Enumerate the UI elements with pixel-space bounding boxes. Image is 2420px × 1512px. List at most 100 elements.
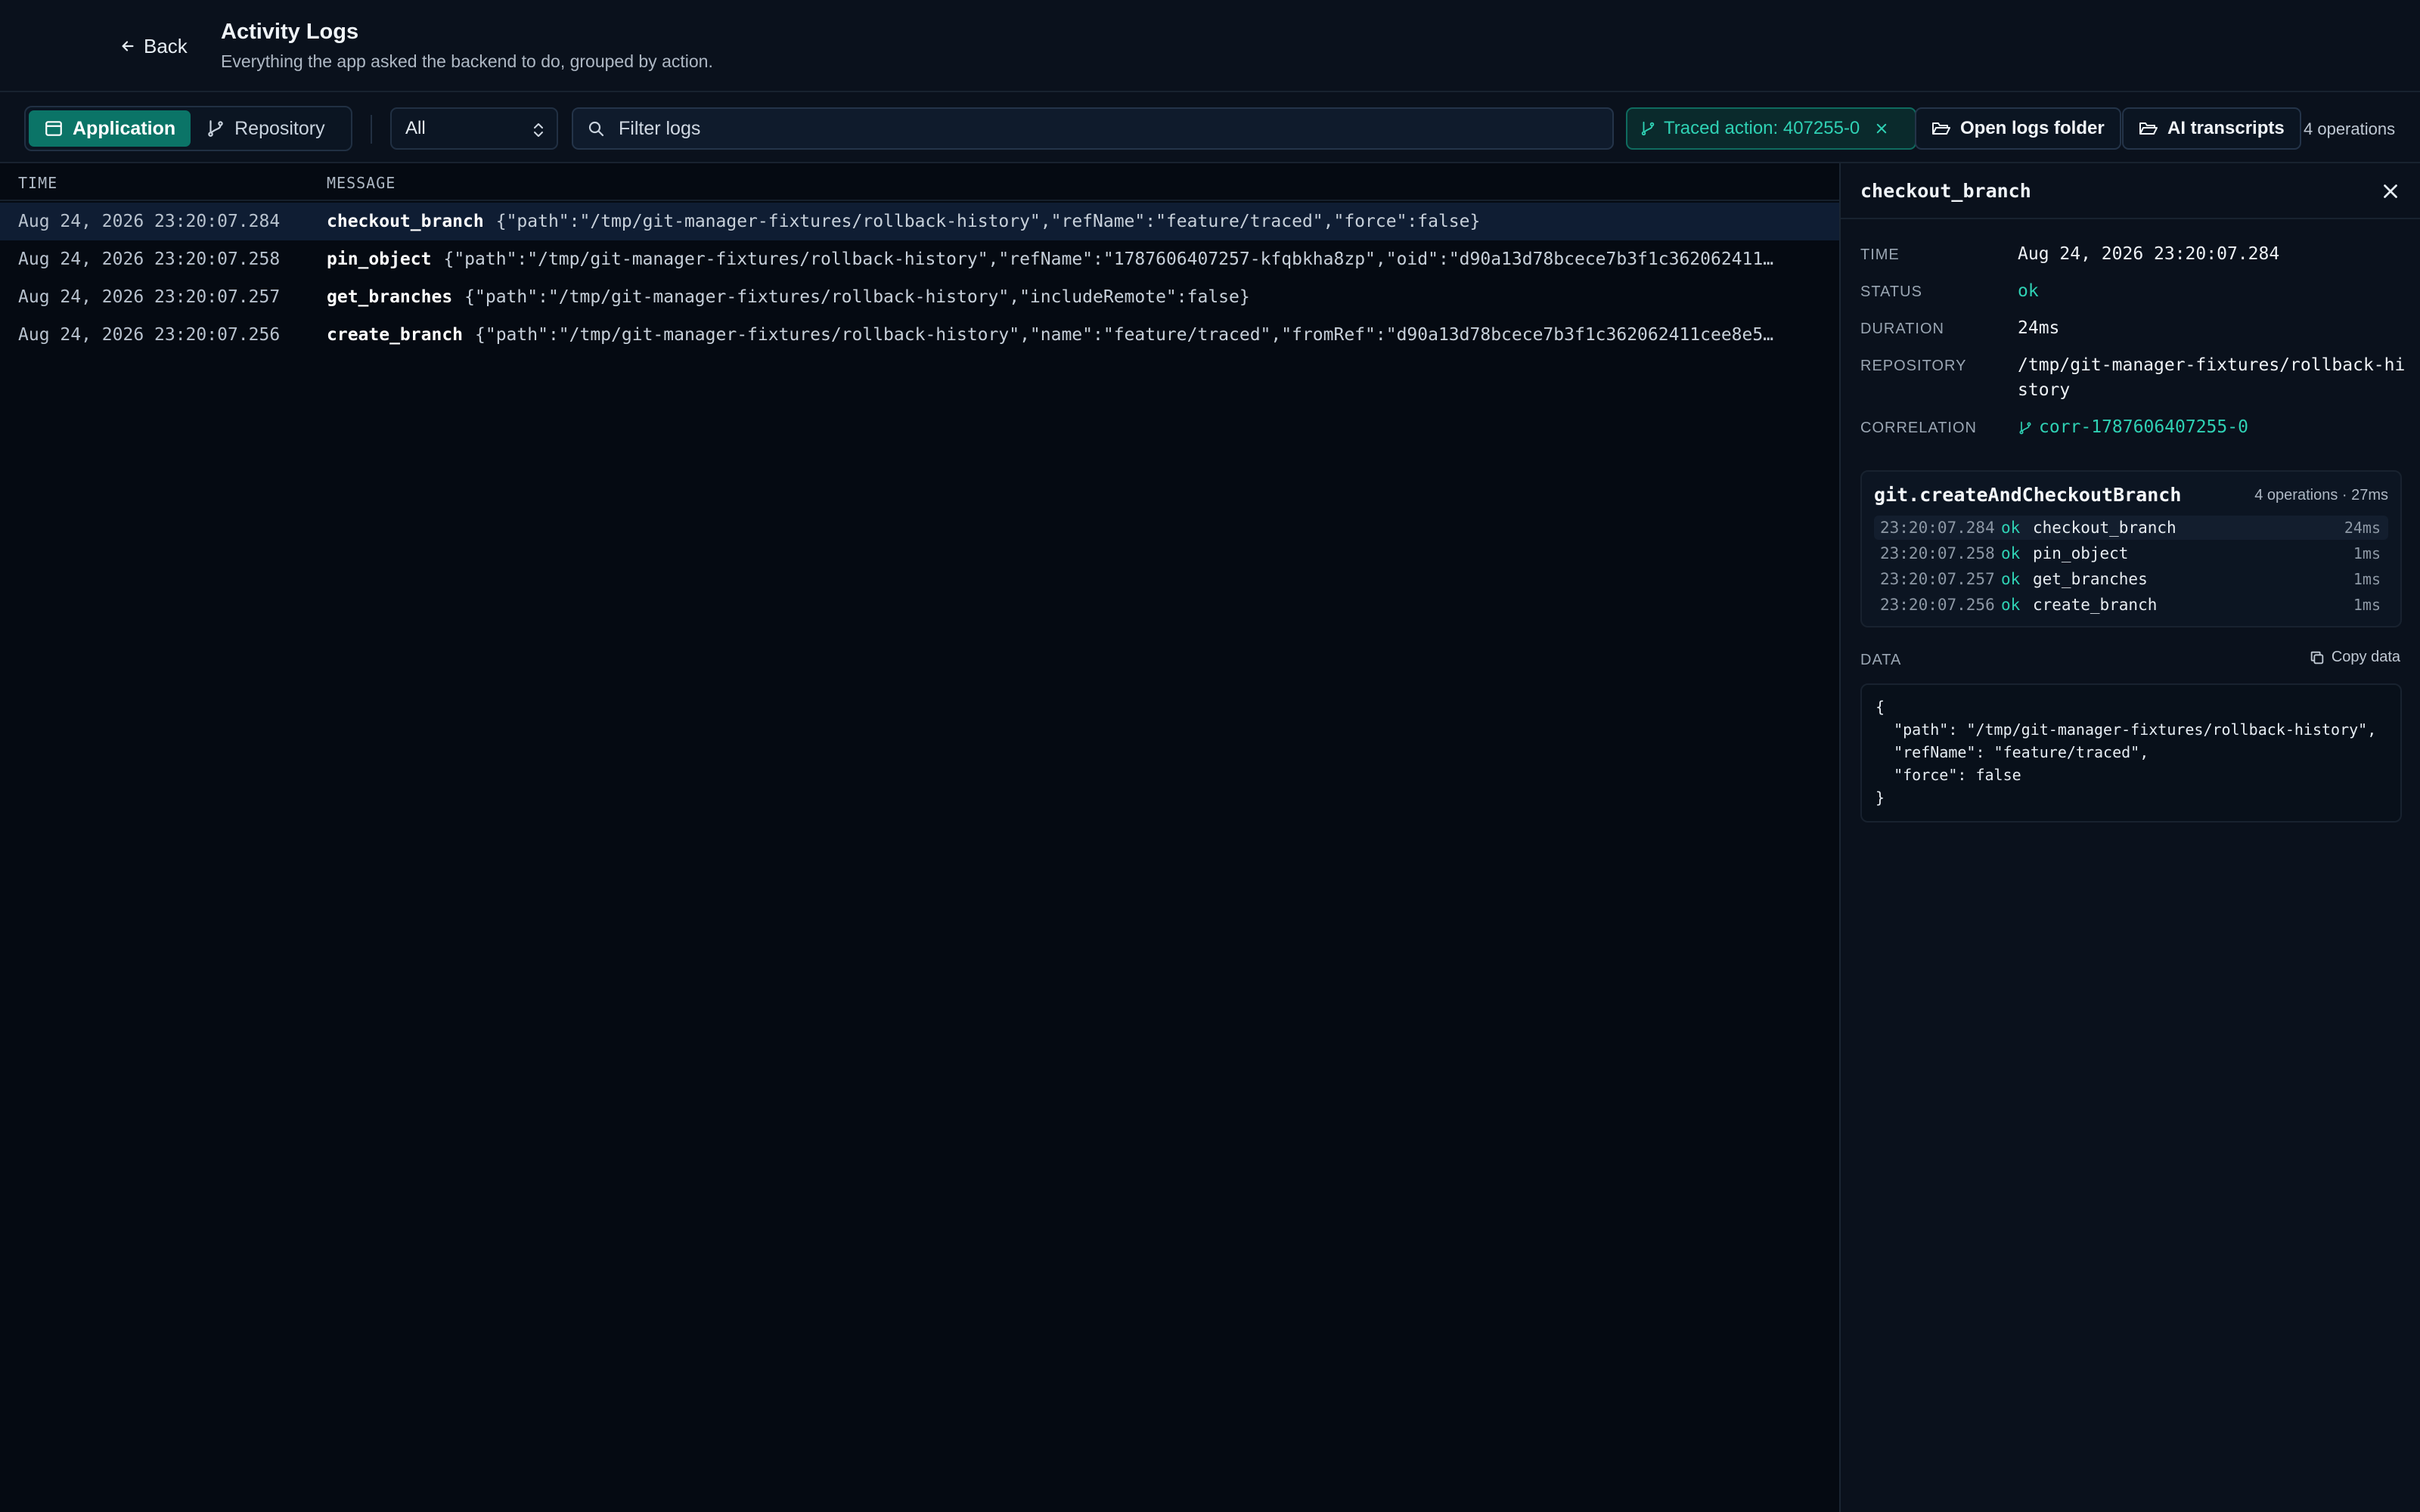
trace-operation[interactable]: 23:20:07.256 ok create_branch 1ms: [1874, 593, 2388, 617]
traced-action-label: Traced action: 407255-0: [1664, 118, 1860, 138]
search-icon: [587, 119, 605, 138]
window-icon: [44, 119, 64, 138]
row-action: checkout_branch: [327, 212, 484, 231]
row-time: Aug 24, 2026 23:20:07.257: [18, 287, 281, 307]
trace-operation[interactable]: 23:20:07.284 ok checkout_branch 24ms: [1874, 516, 2388, 540]
table-row[interactable]: Aug 24, 2026 23:20:07.257 get_branches {"…: [0, 278, 1839, 316]
arrow-left-icon: [119, 38, 136, 54]
row-payload: {"path":"/tmp/git-manager-fixtures/rollb…: [495, 212, 1481, 231]
close-icon[interactable]: [1875, 122, 1888, 135]
correlation-label: CORRELATION: [1860, 420, 1977, 436]
page-header: Back Activity Logs Everything the app as…: [0, 0, 2420, 92]
log-table: TIME MESSAGE Aug 24, 2026 23:20:07.284 c…: [0, 163, 1839, 1512]
time-value: Aug 24, 2026 23:20:07.284: [2018, 244, 2280, 264]
operation-name: create_branch: [2033, 596, 2158, 614]
search-input[interactable]: [619, 117, 1526, 140]
row-time: Aug 24, 2026 23:20:07.256: [18, 325, 281, 345]
table-row[interactable]: Aug 24, 2026 23:20:07.258 pin_object {"pa…: [0, 240, 1839, 278]
table-row[interactable]: Aug 24, 2026 23:20:07.256 create_branch {…: [0, 316, 1839, 354]
traced-action-chip[interactable]: Traced action: 407255-0: [1626, 107, 1916, 150]
correlation-link[interactable]: corr-1787606407255-0: [2018, 415, 2248, 440]
source-segmented-control: Application Repository: [24, 106, 352, 151]
row-action: get_branches: [327, 287, 453, 307]
status-value: ok: [2018, 281, 2039, 301]
trace-card: git.createAndCheckoutBranch 4 operations…: [1860, 470, 2402, 627]
row-message: create_branch {"path":"/tmp/git-manager-f…: [327, 325, 1782, 345]
trace-operation[interactable]: 23:20:07.257 ok get_branches 1ms: [1874, 567, 2388, 591]
git-branch-icon: [206, 119, 225, 138]
detail-title: checkout_branch: [1860, 180, 2031, 202]
trace-operation[interactable]: 23:20:07.258 ok pin_object 1ms: [1874, 541, 2388, 565]
row-payload: {"path":"/tmp/git-manager-fixtures/rollb…: [464, 287, 1250, 307]
ai-transcripts-button[interactable]: AI transcripts: [2122, 107, 2301, 150]
trace-name: git.createAndCheckoutBranch: [1874, 484, 2182, 506]
row-message: pin_object {"path":"/tmp/git-manager-fixt…: [327, 249, 1782, 269]
level-select-value: All: [405, 118, 426, 138]
operation-time: 23:20:07.258: [1880, 544, 1995, 562]
folder-open-icon: [2139, 119, 2158, 138]
trace-summary: 4 operations · 27ms: [2254, 487, 2388, 503]
duration-value: 24ms: [2018, 318, 2060, 338]
page-subtitle: Everything the app asked the backend to …: [221, 51, 713, 71]
tab-repository[interactable]: Repository: [191, 110, 340, 147]
back-button[interactable]: Back: [119, 32, 188, 60]
tab-application-label: Application: [73, 117, 176, 139]
operation-status: ok: [2001, 519, 2021, 537]
toolbar: Application Repository All Traced action…: [0, 92, 2420, 163]
close-icon: [2379, 180, 2402, 203]
operation-time: 23:20:07.256: [1880, 596, 1995, 614]
row-time: Aug 24, 2026 23:20:07.284: [18, 212, 281, 231]
correlation-value: corr-1787606407255-0: [2039, 417, 2248, 437]
copy-icon: [2309, 649, 2325, 666]
operations-count: 4 operations: [2304, 119, 2396, 138]
tab-repository-label: Repository: [234, 117, 325, 139]
repository-value-line-2: story: [2018, 380, 2071, 400]
page-title: Activity Logs: [221, 20, 359, 44]
operation-duration: 1ms: [2353, 596, 2381, 614]
operation-duration: 24ms: [2344, 519, 2381, 537]
detail-panel: checkout_branch TIME Aug 24, 2026 23:20:…: [1839, 163, 2420, 1512]
operation-duration: 1ms: [2353, 544, 2381, 562]
table-row[interactable]: Aug 24, 2026 23:20:07.284 checkout_branc…: [0, 203, 1839, 240]
operation-name: checkout_branch: [2033, 519, 2176, 537]
table-header: TIME MESSAGE: [0, 163, 1839, 201]
duration-label: DURATION: [1860, 321, 1944, 337]
copy-data-label: Copy data: [2331, 649, 2400, 665]
repository-label: REPOSITORY: [1860, 358, 1967, 374]
ai-transcripts-label: AI transcripts: [2167, 118, 2285, 138]
repository-value-line-1: /tmp/git-manager-fixtures/rollback-hi: [2018, 355, 2406, 375]
toolbar-divider: [371, 115, 372, 144]
row-action: pin_object: [327, 249, 432, 269]
column-header-message: MESSAGE: [327, 174, 396, 192]
git-branch-icon: [1640, 120, 1656, 137]
operation-name: get_branches: [2033, 570, 2148, 588]
row-message: checkout_branch {"path":"/tmp/git-manager…: [327, 212, 1782, 231]
status-label: STATUS: [1860, 284, 1922, 300]
operation-duration: 1ms: [2353, 570, 2381, 588]
operation-status: ok: [2001, 596, 2021, 614]
operation-status: ok: [2001, 570, 2021, 588]
open-logs-folder-button[interactable]: Open logs folder: [1915, 107, 2121, 150]
data-json-block: { "path": "/tmp/git-manager-fixtures/rol…: [1860, 683, 2402, 823]
back-label: Back: [144, 34, 188, 57]
operation-time: 23:20:07.284: [1880, 519, 1995, 537]
row-message: get_branches {"path":"/tmp/git-manager-fi…: [327, 287, 1782, 307]
row-payload: {"path":"/tmp/git-manager-fixtures/rollb…: [475, 325, 1782, 345]
detail-header: checkout_branch: [1841, 163, 2420, 219]
data-label: DATA: [1860, 652, 1902, 668]
tab-application[interactable]: Application: [29, 110, 191, 147]
row-payload: {"path":"/tmp/git-manager-fixtures/rollb…: [443, 249, 1782, 269]
time-label: TIME: [1860, 246, 1900, 263]
operation-time: 23:20:07.257: [1880, 570, 1995, 588]
row-action: create_branch: [327, 325, 464, 345]
copy-data-button[interactable]: Copy data: [2309, 649, 2400, 666]
search-field[interactable]: [572, 107, 1614, 150]
git-branch-icon: [2018, 420, 2033, 435]
operation-name: pin_object: [2033, 544, 2129, 562]
operation-status: ok: [2001, 544, 2021, 562]
level-select[interactable]: All: [390, 107, 558, 150]
close-detail-button[interactable]: [2379, 180, 2402, 203]
row-time: Aug 24, 2026 23:20:07.258: [18, 249, 281, 269]
open-logs-folder-label: Open logs folder: [1960, 118, 2105, 138]
folder-open-icon: [1931, 119, 1951, 138]
